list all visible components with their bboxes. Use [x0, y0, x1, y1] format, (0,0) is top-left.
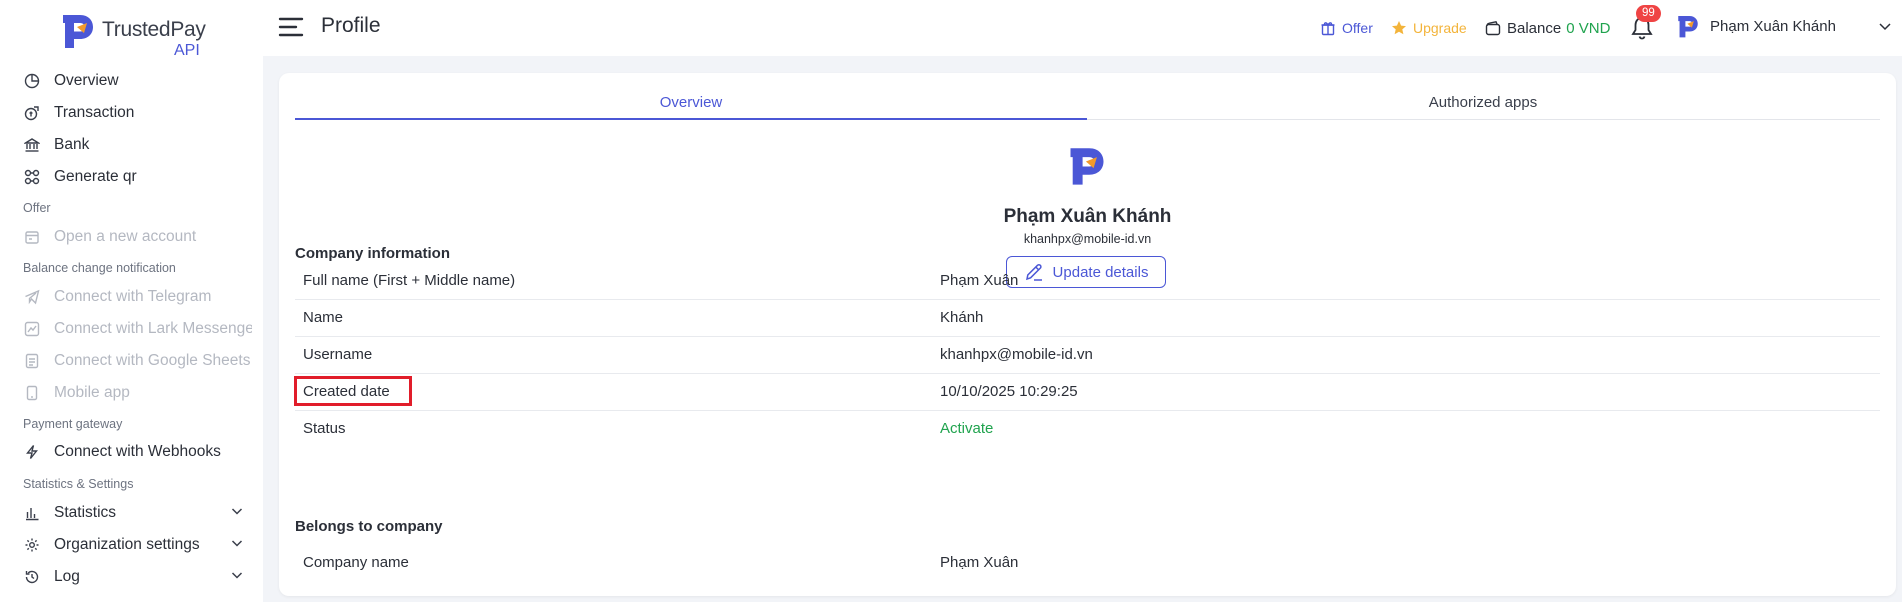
gear-icon: [22, 535, 42, 555]
balance-label: Balance: [1507, 19, 1562, 37]
sidebar-item-statistics[interactable]: Statistics: [22, 501, 252, 525]
sidebar-item-lark[interactable]: Connect with Lark Messenger: [22, 317, 252, 341]
trustedpay-logo-icon: [63, 15, 93, 48]
qr-icon: [22, 167, 42, 187]
sidebar-item-webhooks[interactable]: Connect with Webhooks: [22, 440, 252, 464]
sidebar-item-mobile-app[interactable]: Mobile app: [22, 381, 252, 405]
chevron-down-icon: [230, 536, 244, 555]
upgrade-label: Upgrade: [1413, 20, 1467, 36]
sidebar-section-balance: Balance change notification: [23, 261, 176, 275]
table-row: Status Activate: [295, 411, 1880, 448]
table-row: Name Khánh: [295, 300, 1880, 337]
row-label: Username: [303, 346, 373, 363]
row-value: Phạm Xuân: [940, 554, 1019, 571]
table-row: Full name (First + Middle name) Phạm Xuâ…: [295, 263, 1880, 300]
company-information-title: Company information: [295, 245, 451, 262]
sidebar-section-stats: Statistics & Settings: [23, 477, 134, 491]
history-icon: [22, 567, 42, 587]
tab-overview[interactable]: Overview: [295, 88, 1087, 120]
sidebar-item-label: Connect with Lark Messenger: [54, 320, 252, 337]
profile-card: Overview Authorized apps Phạm Xuân Khánh…: [279, 73, 1896, 596]
row-label: Name: [303, 309, 344, 326]
trustedpay-logo-icon: [1678, 15, 1698, 38]
sheets-icon: [22, 351, 42, 371]
profile-name: Phạm Xuân Khánh: [1003, 206, 1172, 227]
brand-logo[interactable]: TrustedPay API: [60, 12, 210, 60]
sidebar-item-google-sheets[interactable]: Connect with Google Sheets: [22, 349, 252, 373]
row-label: Status: [303, 420, 346, 437]
add-card-icon: [22, 227, 42, 247]
sidebar-item-label: Overview: [54, 72, 119, 89]
sidebar-item-label: Connect with Telegram: [54, 288, 212, 305]
status-badge: Activate: [940, 420, 994, 437]
table-row: Created date 10/10/2025 10:29:25: [294, 374, 1880, 411]
profile-avatar: [1065, 145, 1109, 194]
chart-pie-icon: [22, 71, 42, 91]
sidebar-item-label: Bank: [54, 136, 90, 153]
hamburger-icon: [278, 17, 304, 37]
sidebar-item-label: Organization settings: [54, 536, 200, 553]
menu-toggle-button[interactable]: [278, 16, 304, 38]
trustedpay-logo-icon: [1070, 148, 1104, 185]
chevron-down-icon: [230, 568, 244, 587]
table-row: Username khanhpx@mobile-id.vn: [295, 337, 1880, 374]
brand-sub: API: [174, 42, 200, 59]
notification-count-badge: 99: [1636, 5, 1661, 22]
lark-icon: [22, 319, 42, 339]
sidebar-item-bank[interactable]: Bank: [22, 133, 252, 157]
star-icon: [1391, 20, 1407, 36]
brand-name: TrustedPay: [102, 18, 206, 41]
row-value: khanhpx@mobile-id.vn: [940, 346, 1093, 363]
row-value: 10/10/2025 10:29:25: [940, 383, 1078, 400]
sidebar-section-offer: Offer: [23, 201, 51, 215]
sidebar-item-label: Statistics: [54, 504, 117, 521]
profile-email: khanhpx@mobile-id.vn: [1023, 232, 1152, 246]
sidebar-item-label: Open a new account: [54, 228, 197, 245]
row-label: Created date: [303, 383, 390, 400]
upgrade-link[interactable]: Upgrade: [1391, 18, 1467, 38]
sidebar-item-label: Log: [54, 568, 80, 585]
chevron-down-icon[interactable]: [1877, 18, 1893, 39]
chevron-down-icon: [230, 504, 244, 523]
sidebar: TrustedPay API Overview Transaction Bank: [0, 0, 263, 602]
sidebar-item-label: Generate qr: [54, 168, 137, 185]
bank-icon: [22, 135, 42, 155]
sidebar-item-overview[interactable]: Overview: [22, 69, 252, 93]
bar-chart-icon: [22, 503, 42, 523]
sidebar-item-transaction[interactable]: Transaction: [22, 101, 252, 125]
lightning-icon: [22, 442, 42, 462]
belongs-to-company-title: Belongs to company: [295, 518, 443, 535]
avatar[interactable]: [1676, 14, 1700, 45]
sidebar-item-label: Connect with Webhooks: [54, 443, 221, 460]
sidebar-item-generate-qr[interactable]: Generate qr: [22, 165, 252, 189]
gift-icon: [1320, 20, 1336, 36]
mobile-icon: [22, 383, 42, 403]
offer-label: Offer: [1342, 20, 1373, 36]
balance-value: 0 VND: [1566, 19, 1611, 37]
row-value: Khánh: [940, 309, 984, 326]
sidebar-item-telegram[interactable]: Connect with Telegram: [22, 285, 252, 309]
sidebar-item-label: Mobile app: [54, 384, 130, 401]
page-title: Profile: [321, 14, 381, 37]
row-label: Company name: [303, 554, 409, 571]
tab-authorized-apps[interactable]: Authorized apps: [1087, 88, 1879, 120]
row-label: Full name (First + Middle name): [303, 272, 516, 289]
sidebar-item-label: Transaction: [54, 104, 135, 121]
sidebar-item-organization-settings[interactable]: Organization settings: [22, 533, 252, 557]
row-value: Phạm Xuân: [940, 272, 1019, 289]
profile-tabs: Overview Authorized apps: [295, 88, 1880, 120]
sidebar-item-label: Connect with Google Sheets: [54, 352, 251, 369]
top-header: Profile Offer Upgrade Balance 0 VND 99 P…: [263, 0, 1902, 56]
user-menu-name[interactable]: Phạm Xuân Khánh: [1710, 18, 1836, 35]
sidebar-item-log[interactable]: Log: [22, 565, 252, 589]
sidebar-section-payment: Payment gateway: [23, 417, 123, 431]
sidebar-item-open-account[interactable]: Open a new account: [22, 225, 252, 249]
offer-link[interactable]: Offer: [1320, 18, 1373, 38]
balance-display[interactable]: Balance 0 VND: [1485, 18, 1610, 38]
wallet-icon: [1485, 20, 1501, 36]
coins-icon: [22, 103, 42, 123]
table-row: Company name Phạm Xuân: [295, 545, 1880, 582]
telegram-icon: [22, 287, 42, 307]
